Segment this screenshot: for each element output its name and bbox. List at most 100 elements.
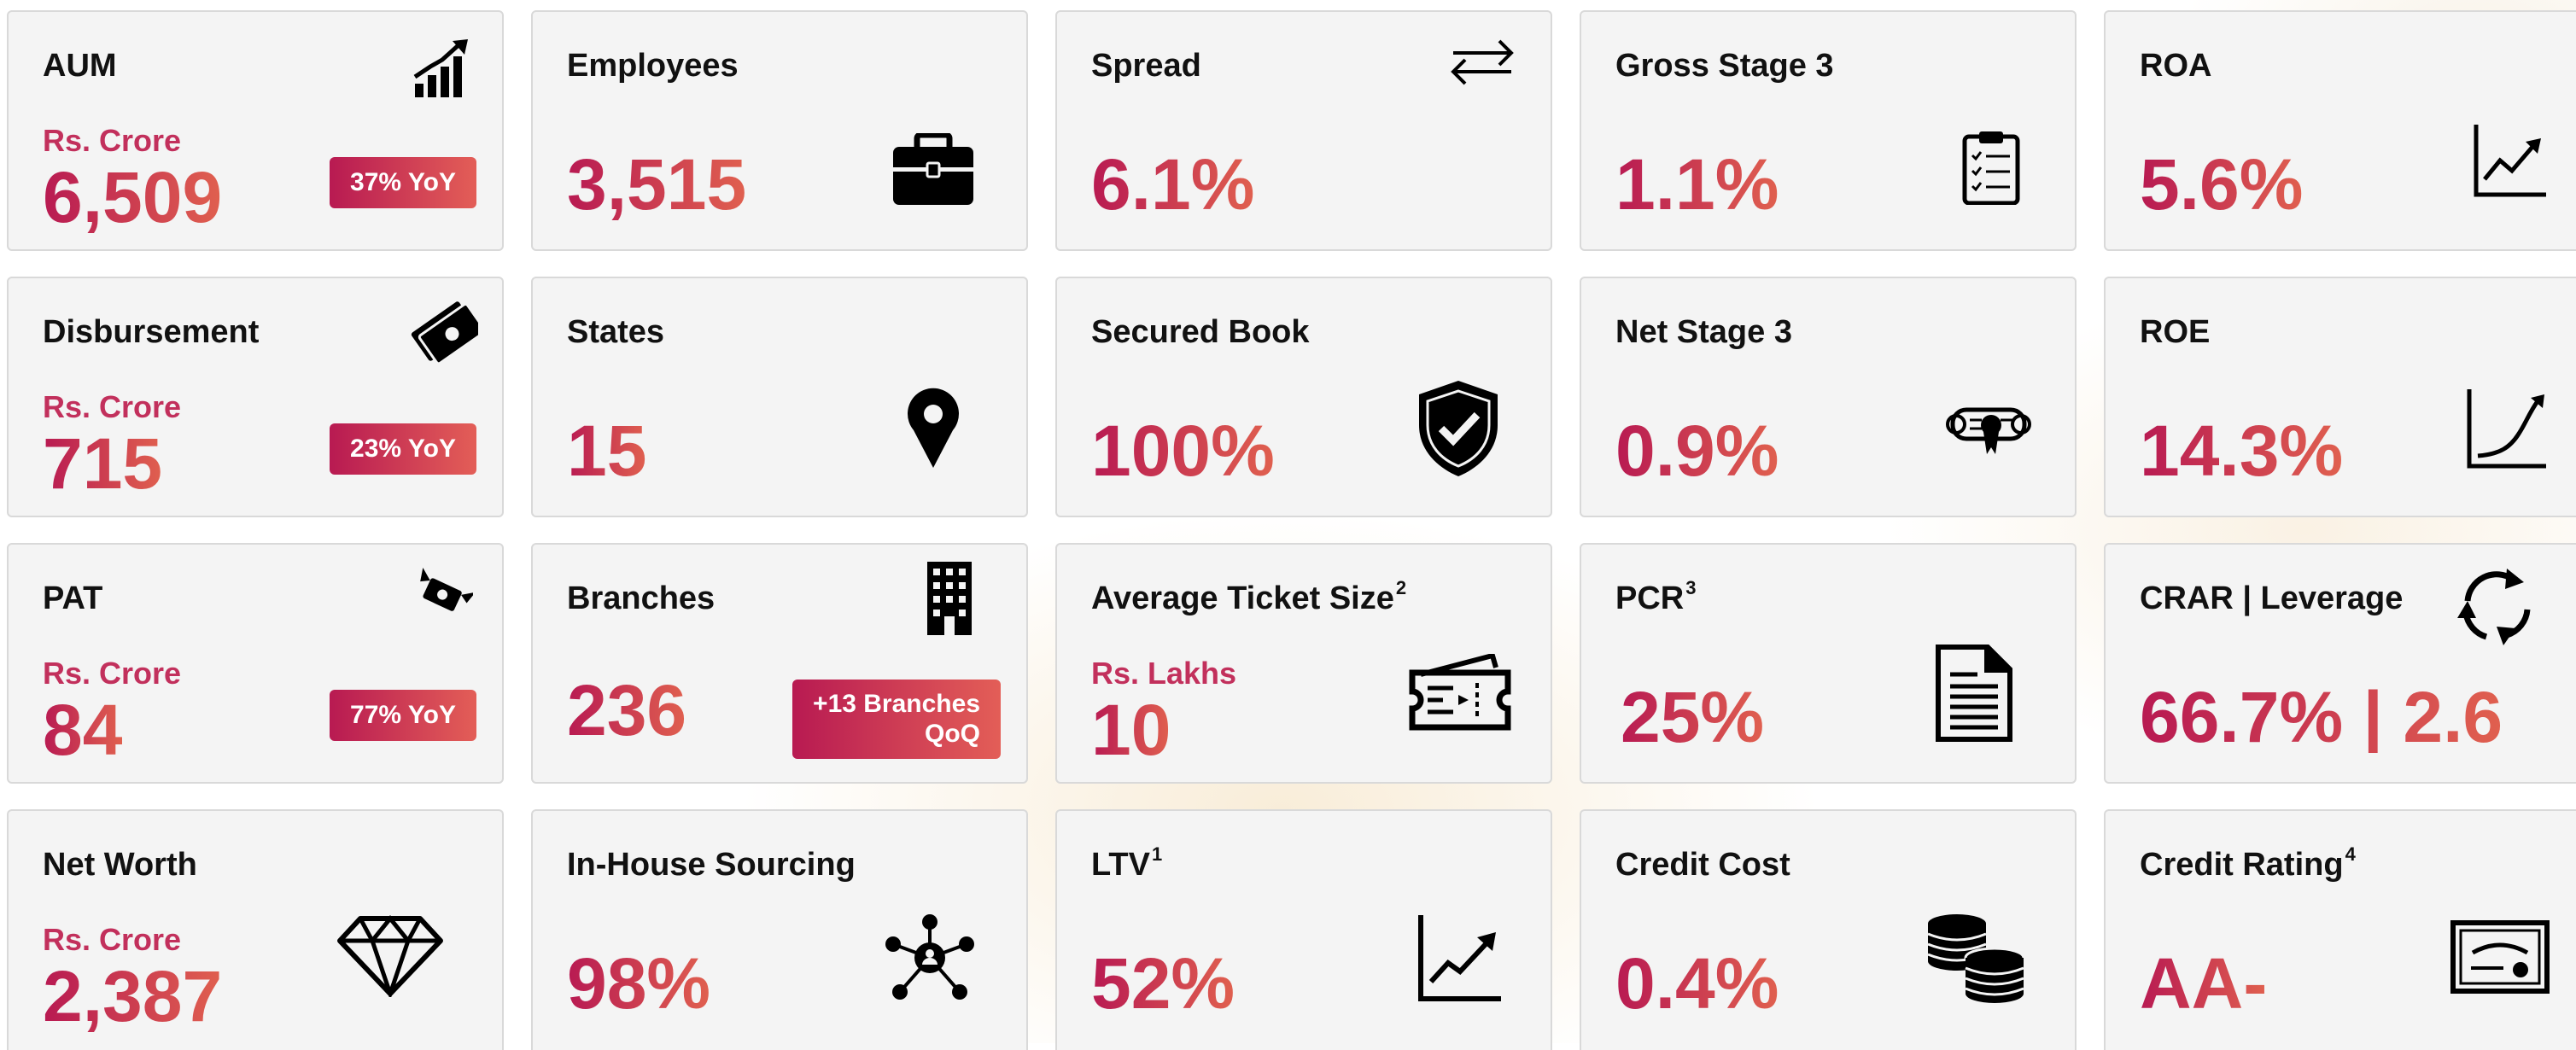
card-title: Employees bbox=[567, 48, 739, 84]
card-roa: ROA 5.6% bbox=[2104, 10, 2576, 251]
card-pcr: PCR3 25% bbox=[1580, 543, 2077, 784]
map-pin-icon bbox=[907, 388, 960, 470]
card-title: In-House Sourcing bbox=[567, 847, 856, 883]
network-hub-icon bbox=[883, 913, 977, 1002]
card-aum: AUM Rs. Crore 6,509 37% YoY bbox=[7, 10, 504, 251]
card-value: 98% bbox=[567, 943, 711, 1024]
card-value: 10 bbox=[1091, 690, 1171, 770]
transfer-arrows-icon bbox=[1450, 38, 1515, 85]
card-value: 66.7% | 2.6 bbox=[2140, 677, 2503, 757]
card-title: PCR3 bbox=[1615, 577, 1697, 617]
card-disbursement: Disbursement Rs. Crore 715 23% YoY bbox=[7, 277, 504, 517]
card-in-house-sourcing: In-House Sourcing 98% bbox=[531, 809, 1028, 1050]
flying-money-icon bbox=[413, 567, 473, 623]
card-employees: Employees 3,515 bbox=[531, 10, 1028, 251]
card-value: 236 bbox=[567, 670, 687, 750]
footnote-marker: 3 bbox=[1685, 577, 1697, 598]
card-ltv: LTV1 52% bbox=[1055, 809, 1552, 1050]
kpi-grid: AUM Rs. Crore 6,509 37% YoY Employees 3,… bbox=[7, 10, 2576, 1050]
card-title: Credit Cost bbox=[1615, 847, 1790, 883]
card-title: Average Ticket Size2 bbox=[1091, 577, 1407, 617]
card-title: States bbox=[567, 314, 665, 350]
card-value: 5.6% bbox=[2140, 144, 2304, 225]
card-title: PAT bbox=[43, 580, 103, 616]
card-roe: ROE 14.3% bbox=[2104, 277, 2576, 517]
card-value: AA- bbox=[2140, 943, 2268, 1024]
card-credit-cost: Credit Cost 0.4% bbox=[1580, 809, 2077, 1050]
card-title: ROA bbox=[2140, 48, 2212, 84]
card-unit: Rs. Crore bbox=[43, 656, 182, 691]
card-gross-stage-3: Gross Stage 3 1.1% bbox=[1580, 10, 2077, 251]
coin-stacks-icon bbox=[1923, 912, 2030, 1006]
card-title-text: PCR bbox=[1615, 580, 1685, 616]
card-value: 2,387 bbox=[43, 956, 223, 1036]
line-chart-icon bbox=[2473, 123, 2548, 198]
card-title: Net Stage 3 bbox=[1615, 314, 1792, 350]
rating-certificate-icon bbox=[2450, 920, 2550, 994]
card-net-worth: Net Worth Rs. Crore 2,387 bbox=[7, 809, 504, 1050]
card-value: 15 bbox=[567, 411, 647, 491]
card-value: 3,515 bbox=[567, 144, 747, 225]
card-value: 84 bbox=[43, 690, 123, 770]
card-value: 14.3% bbox=[2140, 411, 2344, 491]
footnote-marker: 2 bbox=[1395, 577, 1407, 598]
briefcase-icon bbox=[891, 133, 975, 207]
cash-notes-icon bbox=[410, 297, 478, 365]
trend-chart-icon bbox=[1417, 913, 1503, 1002]
card-title: LTV1 bbox=[1091, 843, 1162, 884]
growth-curve-icon bbox=[2466, 388, 2548, 470]
card-secured-book: Secured Book 100% bbox=[1055, 277, 1552, 517]
card-unit: Rs. Crore bbox=[43, 389, 182, 424]
badge-line: QoQ bbox=[925, 719, 980, 748]
card-branches: Branches 236 +13 Branches QoQ bbox=[531, 543, 1028, 784]
card-unit: Rs. Crore bbox=[43, 922, 182, 957]
card-title: ROE bbox=[2140, 314, 2211, 350]
card-pat: PAT Rs. Crore 84 77% YoY bbox=[7, 543, 504, 784]
card-crar-leverage: CRAR | Leverage 66.7% | 2.6 bbox=[2104, 543, 2576, 784]
yoy-badge: 23% YoY bbox=[330, 423, 476, 475]
card-title: Credit Rating4 bbox=[2140, 843, 2356, 884]
card-unit: Rs. Crore bbox=[43, 123, 182, 158]
card-value: 100% bbox=[1091, 411, 1275, 491]
diamond-icon bbox=[336, 915, 444, 997]
card-value: 25% bbox=[1621, 677, 1765, 757]
footnote-marker: 4 bbox=[2345, 843, 2356, 865]
card-title: Disbursement bbox=[43, 314, 260, 350]
card-title-text: Average Ticket Size bbox=[1091, 580, 1394, 616]
card-title: Gross Stage 3 bbox=[1615, 48, 1834, 84]
office-building-icon bbox=[926, 560, 973, 637]
qoq-badge: +13 Branches QoQ bbox=[792, 680, 1001, 759]
card-value: 6,509 bbox=[43, 157, 223, 237]
card-title-text: LTV bbox=[1091, 847, 1150, 883]
clipboard-checklist-icon bbox=[1962, 130, 2020, 205]
card-title: Secured Book bbox=[1091, 314, 1310, 350]
card-spread: Spread 6.1% bbox=[1055, 10, 1552, 251]
refresh-cycle-icon bbox=[2456, 565, 2538, 647]
card-value: 52% bbox=[1091, 943, 1235, 1024]
card-value: 1.1% bbox=[1615, 144, 1779, 225]
card-value: 6.1% bbox=[1091, 144, 1255, 225]
card-title-text: Credit Rating bbox=[2140, 847, 2344, 883]
yoy-badge: 77% YoY bbox=[330, 690, 476, 741]
card-title: Spread bbox=[1091, 48, 1201, 84]
card-title: AUM bbox=[43, 48, 117, 84]
shield-check-icon bbox=[1416, 379, 1501, 478]
card-credit-rating: Credit Rating4 AA- bbox=[2104, 809, 2576, 1050]
document-icon bbox=[1935, 644, 2013, 743]
card-title: Net Worth bbox=[43, 847, 197, 883]
growth-bar-chart-icon bbox=[412, 38, 473, 99]
certificate-scroll-icon bbox=[1944, 403, 2033, 458]
badge-line: +13 Branches bbox=[813, 690, 980, 718]
card-value: 0.9% bbox=[1615, 411, 1779, 491]
card-states: States 15 bbox=[531, 277, 1028, 517]
ticket-icon bbox=[1409, 654, 1511, 736]
footnote-marker: 1 bbox=[1151, 843, 1163, 865]
card-title: CRAR | Leverage bbox=[2140, 580, 2404, 616]
card-unit: Rs. Lakhs bbox=[1091, 656, 1237, 691]
yoy-badge: 37% YoY bbox=[330, 157, 476, 208]
card-net-stage-3: Net Stage 3 0.9% bbox=[1580, 277, 2077, 517]
card-title: Branches bbox=[567, 580, 716, 616]
card-value: 0.4% bbox=[1615, 943, 1779, 1024]
card-average-ticket-size: Average Ticket Size2 Rs. Lakhs 10 bbox=[1055, 543, 1552, 784]
card-value: 715 bbox=[43, 423, 163, 504]
